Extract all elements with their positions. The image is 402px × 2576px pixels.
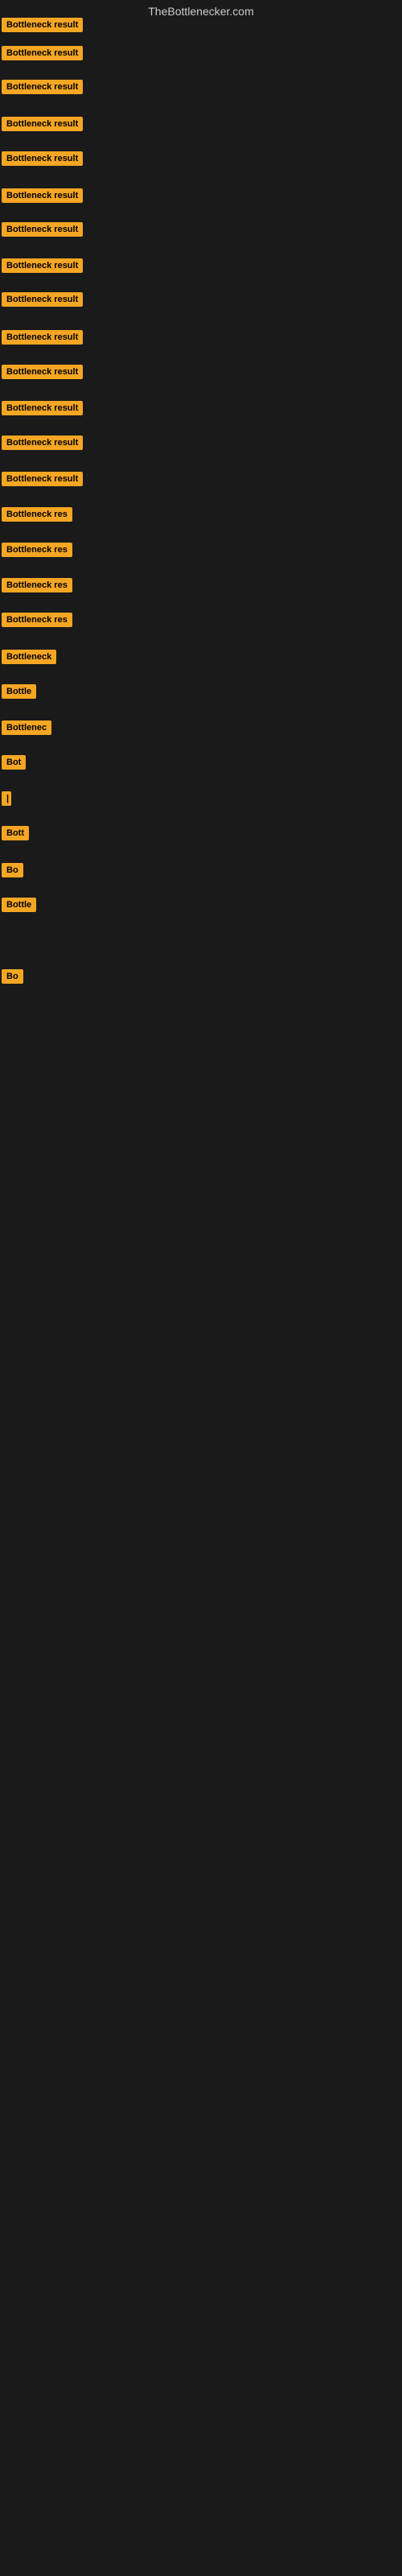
bottleneck-badge-container-4: Bottleneck result xyxy=(2,117,83,135)
bottleneck-badge-container-16: Bottleneck res xyxy=(2,543,72,561)
bottleneck-badge-container-21: Bottlenec xyxy=(2,720,51,739)
bottleneck-badge-container-22: Bot xyxy=(2,755,26,774)
bottleneck-badge-container-10: Bottleneck result xyxy=(2,330,83,349)
bottleneck-badge-6[interactable]: Bottleneck result xyxy=(2,188,83,203)
bottleneck-badge-14[interactable]: Bottleneck result xyxy=(2,472,83,486)
bottleneck-badge-20[interactable]: Bottle xyxy=(2,684,36,699)
bottleneck-badge-container-19: Bottleneck xyxy=(2,650,56,668)
bottleneck-badge-container-7: Bottleneck result xyxy=(2,222,83,241)
bottleneck-badge-container-2: Bottleneck result xyxy=(2,46,83,64)
bottleneck-badge-25[interactable]: Bo xyxy=(2,863,23,877)
bottleneck-badge-7[interactable]: Bottleneck result xyxy=(2,222,83,237)
bottleneck-badge-16[interactable]: Bottleneck res xyxy=(2,543,72,557)
bottleneck-badge-container-1: Bottleneck result xyxy=(2,18,83,36)
bottleneck-badge-container-23: | xyxy=(2,791,11,810)
bottleneck-badge-18[interactable]: Bottleneck res xyxy=(2,613,72,627)
bottleneck-badge-container-14: Bottleneck result xyxy=(2,472,83,490)
bottleneck-badge-8[interactable]: Bottleneck result xyxy=(2,258,83,273)
bottleneck-badge-12[interactable]: Bottleneck result xyxy=(2,401,83,415)
bottleneck-badge-23[interactable]: | xyxy=(2,791,11,806)
bottleneck-badge-10[interactable]: Bottleneck result xyxy=(2,330,83,345)
bottleneck-badge-4[interactable]: Bottleneck result xyxy=(2,117,83,131)
bottleneck-badge-container-3: Bottleneck result xyxy=(2,80,83,98)
bottleneck-badge-container-18: Bottleneck res xyxy=(2,613,72,631)
bottleneck-badge-container-6: Bottleneck result xyxy=(2,188,83,207)
bottleneck-badge-22[interactable]: Bot xyxy=(2,755,26,770)
bottleneck-badge-container-24: Bott xyxy=(2,826,29,844)
bottleneck-badge-2[interactable]: Bottleneck result xyxy=(2,46,83,60)
bottleneck-badge-container-13: Bottleneck result xyxy=(2,436,83,454)
bottleneck-badge-15[interactable]: Bottleneck res xyxy=(2,507,72,522)
bottleneck-badge-container-15: Bottleneck res xyxy=(2,507,72,526)
bottleneck-badge-21[interactable]: Bottlenec xyxy=(2,720,51,735)
bottleneck-badge-container-26: Bottle xyxy=(2,898,36,916)
bottleneck-badge-17[interactable]: Bottleneck res xyxy=(2,578,72,592)
bottleneck-badge-24[interactable]: Bott xyxy=(2,826,29,840)
bottleneck-badge-container-17: Bottleneck res xyxy=(2,578,72,597)
bottleneck-badge-11[interactable]: Bottleneck result xyxy=(2,365,83,379)
bottleneck-badge-9[interactable]: Bottleneck result xyxy=(2,292,83,307)
bottleneck-badge-container-9: Bottleneck result xyxy=(2,292,83,311)
bottleneck-badge-3[interactable]: Bottleneck result xyxy=(2,80,83,94)
bottleneck-badge-container-20: Bottle xyxy=(2,684,36,703)
bottleneck-badge-container-27: Bo xyxy=(2,969,23,988)
bottleneck-badge-container-25: Bo xyxy=(2,863,23,881)
bottleneck-badge-13[interactable]: Bottleneck result xyxy=(2,436,83,450)
bottleneck-badge-19[interactable]: Bottleneck xyxy=(2,650,56,664)
bottleneck-badge-container-11: Bottleneck result xyxy=(2,365,83,383)
bottleneck-badge-27[interactable]: Bo xyxy=(2,969,23,984)
bottleneck-badge-container-8: Bottleneck result xyxy=(2,258,83,277)
bottleneck-badge-5[interactable]: Bottleneck result xyxy=(2,151,83,166)
bottleneck-badge-container-12: Bottleneck result xyxy=(2,401,83,419)
bottleneck-badge-1[interactable]: Bottleneck result xyxy=(2,18,83,32)
bottleneck-badge-container-5: Bottleneck result xyxy=(2,151,83,170)
bottleneck-badge-26[interactable]: Bottle xyxy=(2,898,36,912)
